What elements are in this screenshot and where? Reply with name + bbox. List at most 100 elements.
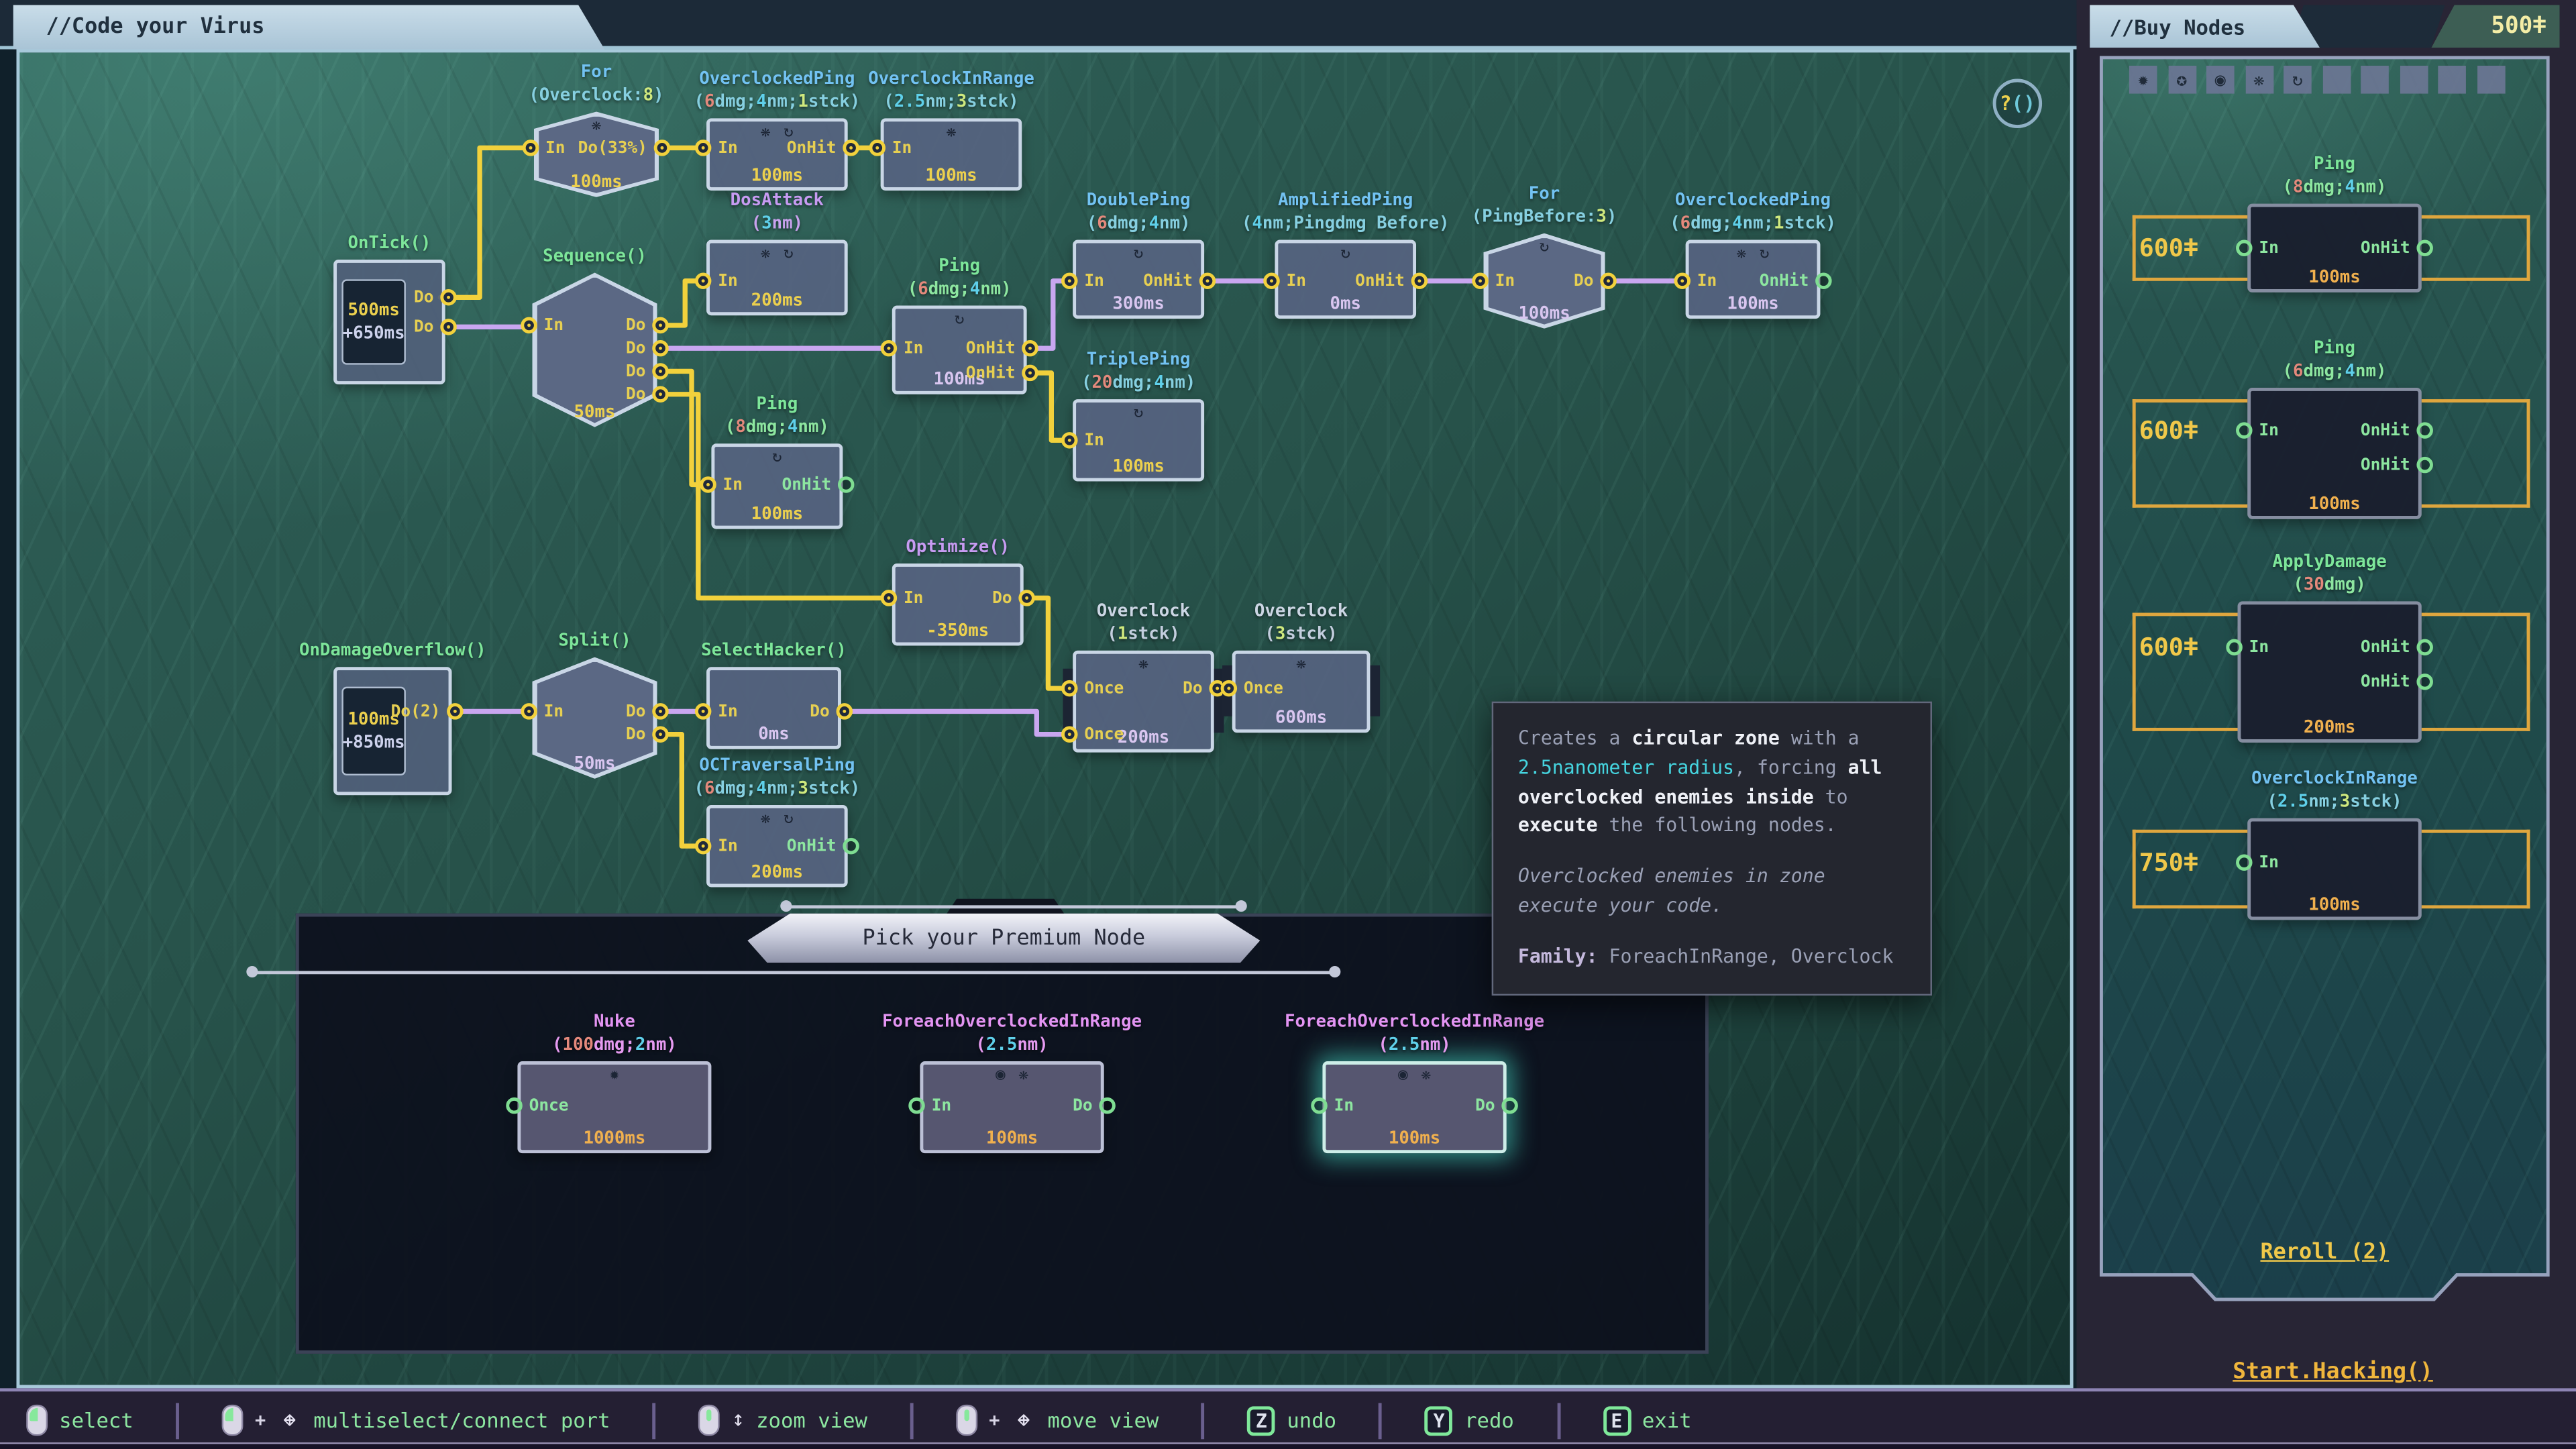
- node-overclock-1[interactable]: ❋OnceOnceDo200msOverclock(1stck): [1073, 651, 1214, 753]
- port-circle[interactable]: [440, 289, 456, 305]
- start-hacking-button[interactable]: Start.Hacking(): [2233, 1358, 2433, 1385]
- empty-slot[interactable]: [2477, 66, 2505, 94]
- port-do[interactable]: Do: [414, 286, 457, 309]
- port-circle[interactable]: [1221, 680, 1237, 696]
- port-do33[interactable]: Do(33%): [578, 136, 671, 159]
- port-do[interactable]: Do: [626, 337, 669, 360]
- port-in[interactable]: In: [881, 337, 924, 360]
- port-circle[interactable]: [1501, 1097, 1517, 1114]
- port-circle[interactable]: [1061, 680, 1077, 696]
- port-do[interactable]: Do: [626, 383, 669, 406]
- claw-icon[interactable]: ❋: [2245, 66, 2273, 94]
- node-split[interactable]: InDoDo50msSplit(): [532, 657, 657, 779]
- help-button[interactable]: ?(): [1993, 79, 2042, 128]
- port-in[interactable]: In: [1263, 270, 1306, 292]
- port-circle[interactable]: [652, 363, 668, 379]
- port-circle[interactable]: [521, 703, 537, 719]
- node-overclockedping-2[interactable]: ❋↻InOnHit100msOverclockedPing(6dmg;4nm;1…: [1686, 240, 1821, 319]
- port-circle[interactable]: [838, 476, 854, 492]
- port-circle[interactable]: [652, 703, 668, 719]
- port-onhit[interactable]: OnHit: [1355, 270, 1428, 292]
- node-selecthacker[interactable]: InDo0msSelectHacker(): [706, 667, 841, 749]
- port-circle[interactable]: [881, 590, 897, 606]
- port-in[interactable]: In: [521, 314, 564, 337]
- port-circle[interactable]: [1018, 590, 1034, 606]
- node-dosattack[interactable]: ❋↻In200msDosAttack(3nm): [706, 240, 848, 316]
- reroll-button[interactable]: Reroll (2): [2260, 1240, 2389, 1265]
- node-ping-6[interactable]: ↻InOnHitOnHit100msPing(6dmg;4nm): [892, 306, 1027, 394]
- node-tripleping[interactable]: ↻In100msTriplePing(20dmg;4nm): [1073, 399, 1204, 481]
- port-circle[interactable]: [1061, 273, 1077, 289]
- port-circle[interactable]: [1263, 273, 1279, 289]
- port-in[interactable]: In: [521, 700, 564, 722]
- port-circle[interactable]: [506, 1097, 522, 1114]
- port-in[interactable]: In: [908, 1094, 951, 1117]
- port-in[interactable]: In: [695, 136, 738, 159]
- port-circle[interactable]: [440, 319, 456, 335]
- port-do[interactable]: Do: [1475, 1094, 1518, 1117]
- empty-slot[interactable]: [2361, 66, 2389, 94]
- port-circle[interactable]: [1061, 432, 1077, 448]
- port-do[interactable]: Do: [626, 723, 669, 746]
- port-do[interactable]: Do: [1073, 1094, 1116, 1117]
- port-in[interactable]: In: [1061, 270, 1104, 292]
- port-in[interactable]: In: [695, 835, 738, 857]
- port-in[interactable]: In: [869, 136, 912, 159]
- node-buy-applydamage[interactable]: InOnHitOnHit200msApplyDamage(30dmg): [2238, 601, 2422, 743]
- port-circle[interactable]: [908, 1097, 924, 1114]
- port-circle[interactable]: [1674, 273, 1690, 289]
- empty-slot[interactable]: [2438, 66, 2466, 94]
- port-circle[interactable]: [652, 726, 668, 742]
- port-in[interactable]: In: [1674, 270, 1717, 292]
- port-do2[interactable]: Do(2): [391, 700, 464, 722]
- port-circle[interactable]: [1815, 273, 1831, 289]
- port-once[interactable]: Once: [1061, 723, 1124, 746]
- node-foreach-overclocked-2[interactable]: ◉❋InDo100msForeachOverclockedInRange(2.5…: [1322, 1061, 1506, 1153]
- port-circle[interactable]: [652, 340, 668, 356]
- port-do[interactable]: Do: [1574, 270, 1617, 292]
- node-ping-8[interactable]: ↻InOnHit100msPing(8dmg;4nm): [711, 443, 843, 529]
- port-circle[interactable]: [695, 140, 711, 156]
- port-onhit[interactable]: OnHit: [787, 136, 859, 159]
- port-circle[interactable]: [1472, 273, 1488, 289]
- port-circle[interactable]: [695, 838, 711, 854]
- port-circle[interactable]: [652, 317, 668, 333]
- node-overclock-3[interactable]: ❋Once600msOverclock(3stck): [1232, 651, 1371, 733]
- port-circle[interactable]: [1311, 1097, 1327, 1114]
- port-do[interactable]: Do: [626, 360, 669, 382]
- port-in[interactable]: In: [881, 586, 924, 609]
- node-optimize[interactable]: InDo-350msOptimize(): [892, 564, 1024, 645]
- port-circle[interactable]: [1600, 273, 1616, 289]
- port-circle[interactable]: [1411, 273, 1428, 289]
- port-circle[interactable]: [654, 140, 670, 156]
- port-in[interactable]: In: [1472, 270, 1515, 292]
- port-circle[interactable]: [1061, 726, 1077, 742]
- port-onhit[interactable]: OnHit: [1760, 270, 1832, 292]
- port-onhit[interactable]: OnHit: [787, 835, 859, 857]
- node-doubleping[interactable]: ↻InOnHit300msDoublePing(6dmg;4nm): [1073, 240, 1204, 319]
- port-onhit[interactable]: OnHit: [1143, 270, 1216, 292]
- burst-star-icon[interactable]: ✹: [2129, 66, 2157, 94]
- port-circle[interactable]: [695, 703, 711, 719]
- port-circle[interactable]: [837, 703, 853, 719]
- cycle-icon[interactable]: ↻: [2284, 66, 2312, 94]
- node-ondamageoverflow[interactable]: 100ms+850msDo(2)OnDamageOverflow(): [333, 667, 451, 795]
- port-in[interactable]: In: [700, 473, 743, 496]
- node-buy-overclockinrange[interactable]: In100msOverclockInRange(2.5nm;3stck): [2247, 818, 2422, 920]
- port-do[interactable]: Do: [626, 700, 669, 722]
- port-circle[interactable]: [1022, 365, 1038, 381]
- node-foreach-overclocked-1[interactable]: ◉❋InDo100msForeachOverclockedInRange(2.5…: [920, 1061, 1104, 1153]
- node-ontick[interactable]: 500ms+650msDoDoOnTick(): [333, 260, 445, 384]
- port-circle[interactable]: [1099, 1097, 1115, 1114]
- port-in[interactable]: In: [695, 700, 738, 722]
- node-nuke[interactable]: ✹Once1000msNuke(100dmg;2nm): [517, 1061, 711, 1153]
- node-buy-ping-6[interactable]: InOnHitOnHit100msPing(6dmg;4nm): [2247, 388, 2422, 519]
- port-in[interactable]: In: [695, 270, 738, 292]
- port-onhit[interactable]: OnHit: [966, 362, 1038, 384]
- port-circle[interactable]: [447, 703, 463, 719]
- port-do[interactable]: Do: [1183, 677, 1226, 700]
- node-octraversalping[interactable]: ❋↻InOnHit200msOCTraversalPing(6dmg;4nm;3…: [706, 805, 848, 887]
- node-for-overclock[interactable]: ❋InDo(33%)100msFor(Overclock:8): [534, 112, 659, 197]
- port-circle[interactable]: [521, 317, 537, 333]
- port-do[interactable]: Do: [992, 586, 1035, 609]
